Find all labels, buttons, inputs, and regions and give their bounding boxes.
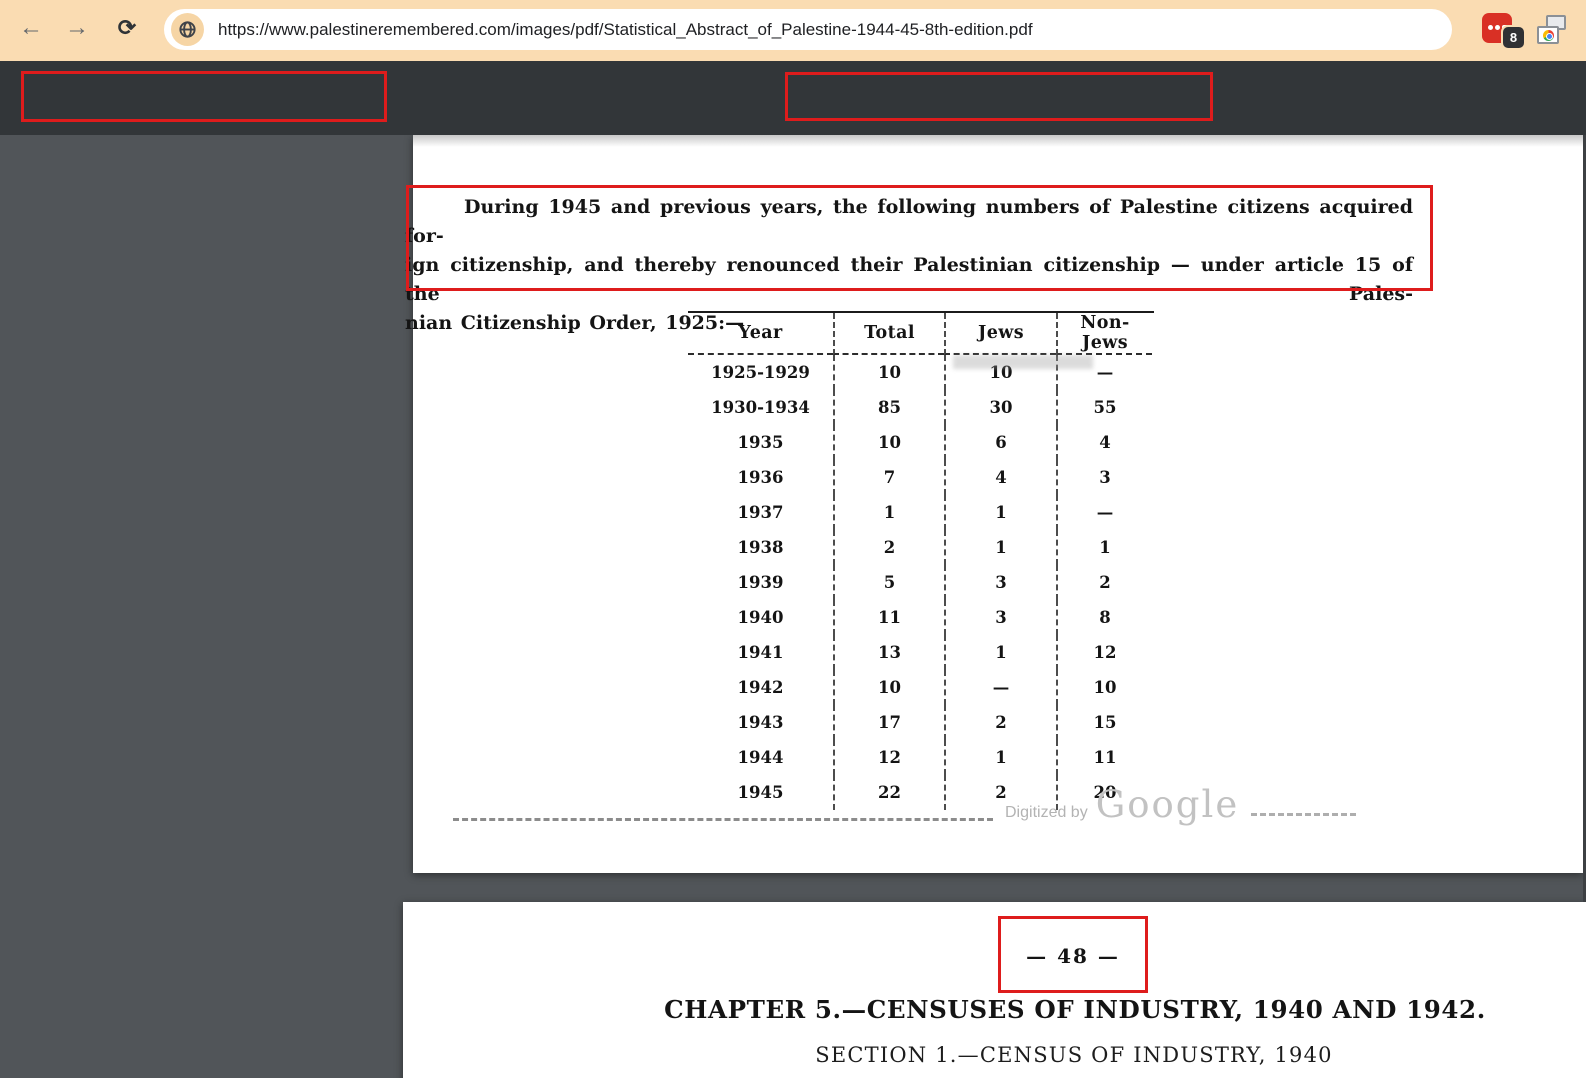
table-cell: 7 bbox=[833, 460, 944, 495]
scan-artifact-line bbox=[1251, 813, 1356, 816]
table-cell: 15 bbox=[1056, 705, 1152, 740]
back-button[interactable]: ← bbox=[15, 12, 47, 44]
section-heading: SECTION 1.—CENSUS OF INDUSTRY, 1940 bbox=[815, 1043, 1332, 1067]
table-cell: 1930-1934 bbox=[688, 390, 833, 425]
table-cell: 22 bbox=[833, 775, 944, 810]
table-cell: 1939 bbox=[688, 565, 833, 600]
window-front-icon bbox=[1537, 26, 1559, 44]
page-shadow bbox=[413, 135, 1583, 147]
watermark-brand: Google bbox=[1096, 783, 1240, 826]
column-header: Jews bbox=[944, 313, 1056, 355]
extension-dot bbox=[1495, 25, 1500, 30]
table-cell: 4 bbox=[944, 460, 1056, 495]
table-cell: 3 bbox=[944, 600, 1056, 635]
table-cell: 1936 bbox=[688, 460, 833, 495]
table-cell: 1940 bbox=[688, 600, 833, 635]
watermark: Digitized by Google bbox=[1005, 783, 1239, 826]
chrome-logo-icon bbox=[1543, 30, 1554, 41]
table-cell: 8 bbox=[1056, 600, 1152, 635]
chapter-heading: CHAPTER 5.—CENSUSES OF INDUSTRY, 1940 AN… bbox=[664, 995, 1486, 1024]
table-cell: 1942 bbox=[688, 670, 833, 705]
table-cell: 4 bbox=[1056, 425, 1152, 460]
scan-artifact-line bbox=[453, 818, 993, 821]
table-cell: 10 bbox=[833, 355, 944, 390]
table-cell: 3 bbox=[1056, 460, 1152, 495]
table-cell: 17 bbox=[833, 705, 944, 740]
table-cell: 13 bbox=[833, 635, 944, 670]
table-cell: 10 bbox=[1056, 670, 1152, 705]
reload-button[interactable]: ⟳ bbox=[111, 12, 143, 44]
column-header: Total bbox=[833, 313, 944, 355]
table-cell: 1941 bbox=[688, 635, 833, 670]
table-cell: 11 bbox=[833, 600, 944, 635]
table-cell: 11 bbox=[1056, 740, 1152, 775]
table-cell: 10 bbox=[833, 425, 944, 460]
citizenship-table-rows: 1925-19291010—1930-193485305519351064193… bbox=[688, 355, 1154, 810]
table-cell: 3 bbox=[944, 565, 1056, 600]
watermark-prefix: Digitized by bbox=[1005, 804, 1088, 822]
table-cell: 85 bbox=[833, 390, 944, 425]
pdf-toolbar: Statistical Abstract of Palestine / 325 … bbox=[0, 61, 1586, 135]
printed-page-number: — 48 — bbox=[1026, 944, 1120, 968]
paragraph-line: ign citizenship, and thereby renounced t… bbox=[405, 251, 1413, 309]
extension-dot bbox=[1488, 25, 1493, 30]
table-cell: 1943 bbox=[688, 705, 833, 740]
table-cell: 1944 bbox=[688, 740, 833, 775]
table-cell: — bbox=[1056, 495, 1152, 530]
table-cell: 1 bbox=[944, 635, 1056, 670]
table-cell: 1945 bbox=[688, 775, 833, 810]
url-text[interactable]: https://www.palestineremembered.com/imag… bbox=[218, 20, 1033, 40]
extension-badge: 8 bbox=[1503, 27, 1524, 48]
browser-window: ← → ⟳ https://www.palestineremembered.co… bbox=[0, 0, 1586, 1078]
table-cell: 5 bbox=[833, 565, 944, 600]
column-header: Year bbox=[688, 313, 833, 355]
table-cell: 1 bbox=[944, 740, 1056, 775]
table-cell: 1925-1929 bbox=[688, 355, 833, 390]
browser-toolbar: ← → ⟳ https://www.palestineremembered.co… bbox=[0, 0, 1586, 61]
scan-smudge bbox=[953, 355, 1093, 369]
table-cell: 2 bbox=[944, 705, 1056, 740]
table-cell: 30 bbox=[944, 390, 1056, 425]
profile-windows-icon[interactable] bbox=[1537, 15, 1566, 44]
table-cell: — bbox=[944, 670, 1056, 705]
address-bar[interactable]: https://www.palestineremembered.com/imag… bbox=[164, 9, 1452, 50]
globe-icon bbox=[178, 20, 197, 39]
site-info-chip[interactable] bbox=[171, 13, 204, 46]
table-cell: 2 bbox=[1056, 565, 1152, 600]
pdf-page-1: During 1945 and previous years, the foll… bbox=[413, 135, 1583, 873]
pdf-page-2: — 48 — CHAPTER 5.—CENSUSES OF INDUSTRY, … bbox=[403, 902, 1586, 1078]
table-cell: 2 bbox=[833, 530, 944, 565]
forward-button[interactable]: → bbox=[61, 12, 93, 44]
citizenship-table-header: Year Total Jews Non-Jews bbox=[688, 311, 1154, 355]
table-cell: 1937 bbox=[688, 495, 833, 530]
table-cell: 1 bbox=[944, 495, 1056, 530]
pdf-viewer-area[interactable]: During 1945 and previous years, the foll… bbox=[0, 135, 1586, 1078]
table-cell: 1 bbox=[1056, 530, 1152, 565]
table-cell: 12 bbox=[833, 740, 944, 775]
table-cell: 1 bbox=[944, 530, 1056, 565]
table-cell: 1938 bbox=[688, 530, 833, 565]
table-cell: 1935 bbox=[688, 425, 833, 460]
column-header: Non-Jews bbox=[1056, 313, 1152, 355]
paragraph-line: During 1945 and previous years, the foll… bbox=[405, 193, 1413, 251]
table-cell: 12 bbox=[1056, 635, 1152, 670]
table-cell: 6 bbox=[944, 425, 1056, 460]
citizenship-table: Year Total Jews Non-Jews 1925-19291010—1… bbox=[688, 311, 1154, 810]
table-cell: 55 bbox=[1056, 390, 1152, 425]
table-cell: 1 bbox=[833, 495, 944, 530]
table-cell: 10 bbox=[833, 670, 944, 705]
